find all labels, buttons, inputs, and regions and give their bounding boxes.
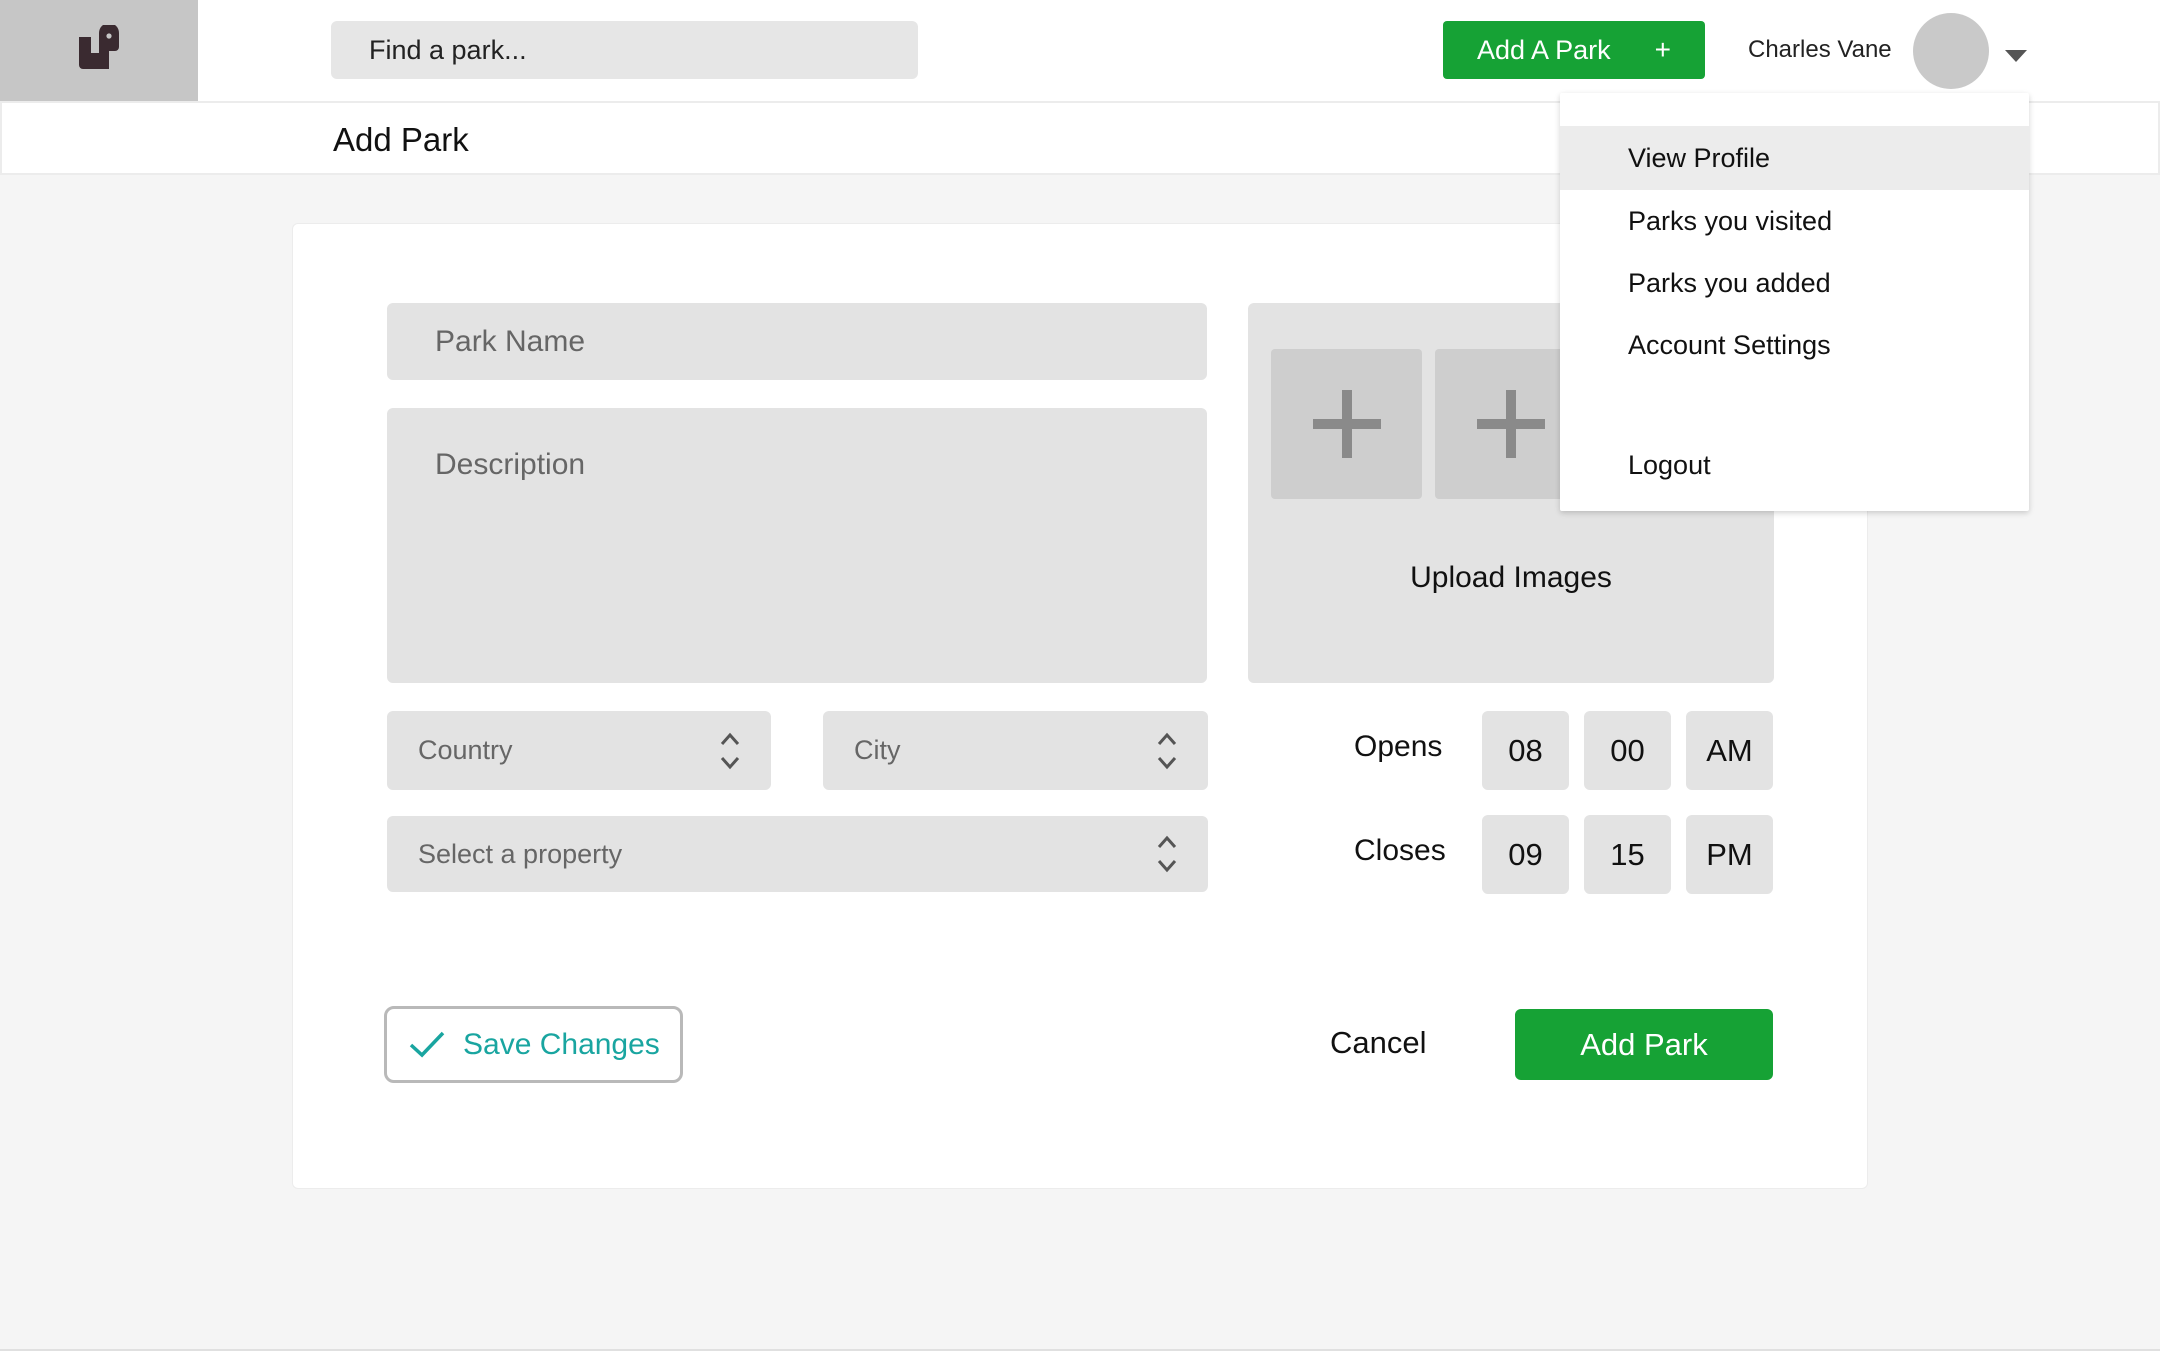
closes-minute-field[interactable]: 15 [1584, 815, 1671, 894]
closes-period-field[interactable]: PM [1686, 815, 1773, 894]
avatar[interactable] [1913, 13, 1989, 89]
city-select[interactable]: City [823, 711, 1208, 790]
upload-images-label: Upload Images [1410, 561, 1612, 594]
country-select-label: Country [418, 735, 513, 765]
plus-icon [1476, 390, 1545, 458]
park-logo-icon [79, 24, 119, 69]
menu-item-parks-added[interactable]: Parks you added [1560, 252, 2029, 314]
add-park-submit-button[interactable]: Add Park [1515, 1009, 1773, 1080]
opens-label: Opens [1354, 730, 1443, 763]
top-bar: Add A Park + Charles Vane [0, 0, 2160, 101]
page-title: Add Park [333, 121, 469, 158]
opens-minute-field[interactable]: 00 [1584, 711, 1671, 790]
closes-hour-field[interactable]: 09 [1482, 815, 1569, 894]
property-select[interactable]: Select a property [387, 816, 1208, 892]
city-select-label: City [854, 735, 901, 765]
chevron-up-down-icon [1157, 835, 1177, 873]
add-a-park-button[interactable]: Add A Park + [1443, 21, 1705, 79]
cancel-button[interactable]: Cancel [1330, 1025, 1427, 1061]
plus-icon [1312, 390, 1381, 458]
opens-period-field[interactable]: AM [1686, 711, 1773, 790]
user-dropdown-menu: View Profile Parks you visited Parks you… [1560, 93, 2029, 511]
property-select-label: Select a property [418, 838, 623, 869]
menu-item-view-profile[interactable]: View Profile [1560, 126, 2029, 190]
opens-hour-field[interactable]: 08 [1482, 711, 1569, 790]
save-changes-label: Save Changes [463, 1027, 660, 1061]
caret-down-icon[interactable] [2005, 50, 2027, 62]
upload-slot[interactable] [1271, 349, 1422, 499]
search-input[interactable] [331, 21, 918, 79]
plus-icon: + [1654, 34, 1671, 65]
chevron-up-down-icon [720, 732, 740, 769]
add-a-park-label: Add A Park [1477, 34, 1611, 65]
check-icon [409, 1031, 445, 1057]
description-textarea[interactable] [387, 408, 1207, 683]
menu-item-logout[interactable]: Logout [1560, 434, 2029, 496]
menu-item-parks-visited[interactable]: Parks you visited [1560, 190, 2029, 252]
user-name: Charles Vane [1748, 36, 1892, 63]
logo[interactable] [0, 0, 198, 101]
save-changes-button[interactable]: Save Changes [384, 1006, 683, 1083]
park-name-input[interactable] [387, 303, 1207, 380]
country-select[interactable]: Country [387, 711, 771, 790]
chevron-up-down-icon [1157, 732, 1177, 769]
closes-label: Closes [1354, 834, 1446, 867]
menu-item-account-settings[interactable]: Account Settings [1560, 314, 2029, 376]
